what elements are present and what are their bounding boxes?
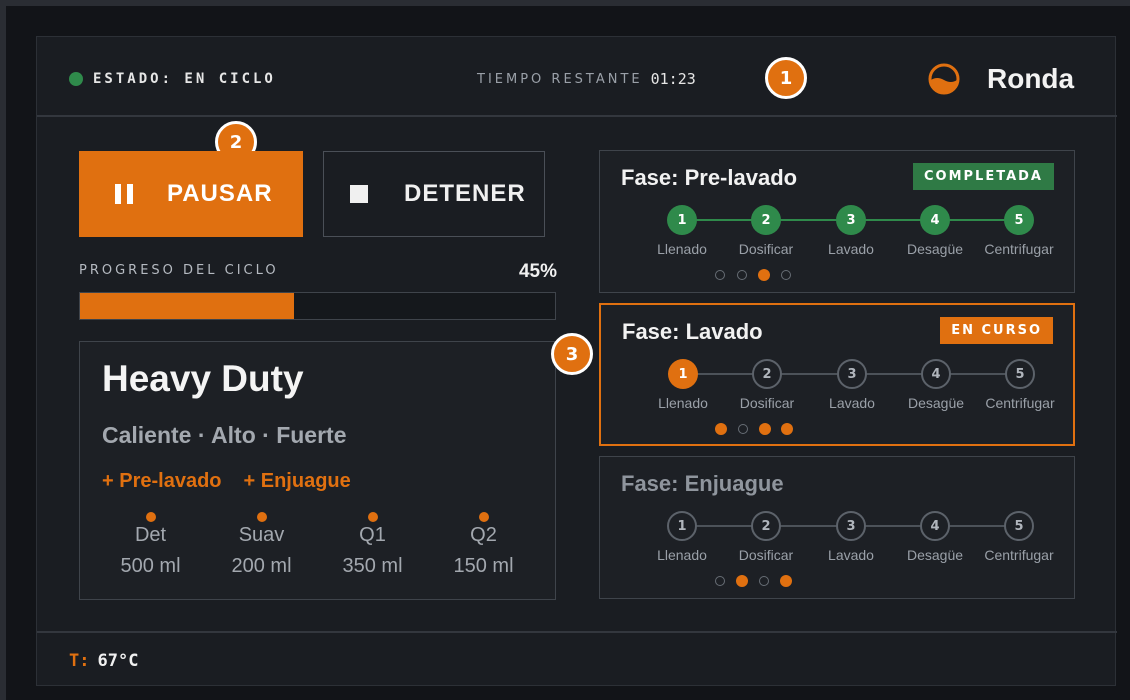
step-label: Centrifugar: [984, 241, 1054, 257]
annotation-marker-3: 3: [551, 333, 593, 375]
status-indicator: ESTADO: EN CICLO: [69, 71, 276, 87]
page-dot: [737, 270, 747, 280]
page-dot: [715, 270, 725, 280]
status-badge: COMPLETADA: [913, 163, 1054, 190]
page-dot: [759, 576, 769, 586]
status-text: ESTADO: EN CICLO: [93, 71, 276, 87]
phase-title: Fase: Pre-lavado: [621, 165, 798, 190]
timer-label: TIEMPO RESTANTE: [477, 71, 643, 87]
pause-label: PAUSAR: [167, 180, 273, 207]
page-dot: [781, 423, 793, 435]
phase-dots: [715, 423, 793, 435]
phase-card-prewash: Fase: Pre-lavado COMPLETADA 1 Llenado 2 Dos…: [599, 150, 1075, 293]
phase-stepper: 1 Llenado 2 Dosificar 3 Lavado 4 Desagüe 5 Centri…: [601, 359, 1077, 419]
phase-card-wash: Fase: Lavado EN CURSO 1 Llenado 2 Dosificar…: [599, 303, 1075, 446]
step-circle: 4: [920, 205, 950, 235]
stop-button[interactable]: DETENER: [323, 151, 545, 237]
step-circle: 4: [921, 359, 951, 389]
step-label: Centrifugar: [984, 547, 1054, 563]
dose-dot-icon: [145, 512, 156, 522]
stop-icon: [350, 185, 368, 203]
dose-item: Suav 200 ml: [206, 512, 317, 578]
program-name: Heavy Duty: [102, 358, 304, 399]
half-filled-drum-icon: [928, 63, 960, 95]
dose-name: Q1: [359, 524, 386, 546]
page-dot: [781, 270, 791, 280]
phase-stepper: 1 Llenado 2 Dosificar 3 Lavado 4 Desagüe 5 Centri…: [600, 511, 1076, 571]
program-options: + Pre-lavado + Enjuague: [102, 470, 351, 493]
step-circle: 1: [667, 511, 697, 541]
dose-amount: 150 ml: [453, 555, 514, 577]
progress-label: PROGRESO DEL CICLO: [79, 263, 279, 278]
page-dot: [759, 423, 771, 435]
option-prewash: + Pre-lavado: [102, 470, 222, 492]
brand-name: Ronda: [987, 63, 1075, 94]
program-card: Heavy Duty Caliente · Alto · Fuerte + Pr…: [79, 341, 556, 600]
device-frame: ESTADO: EN CICLO TIEMPO RESTANTE 01:23 1…: [6, 6, 1130, 700]
stop-label: DETENER: [404, 180, 526, 207]
phase-dots: [714, 575, 792, 587]
remaining-time: TIEMPO RESTANTE 01:23: [477, 70, 696, 88]
dose-item: Q1 350 ml: [317, 512, 428, 578]
pause-icon: [115, 184, 133, 204]
timer-value: 01:23: [650, 70, 696, 88]
dose-item: Q2 150 ml: [428, 512, 539, 578]
step-circle: 5: [1004, 511, 1034, 541]
step-circle: 3: [836, 511, 866, 541]
dose-name: Q2: [470, 524, 497, 546]
temperature-readout: T: 67°C: [69, 651, 138, 671]
phase-title: Fase: Enjuague: [621, 471, 784, 496]
control-screen: ESTADO: EN CICLO TIEMPO RESTANTE 01:23 1…: [36, 36, 1117, 687]
option-rinse: + Enjuague: [243, 470, 351, 492]
progress-bar: [79, 292, 556, 320]
dose-name: Det: [134, 524, 167, 546]
program-settings: Caliente · Alto · Fuerte: [102, 422, 347, 448]
progress-percent: 45%: [518, 261, 557, 282]
step-circle: 5: [1004, 205, 1034, 235]
dose-name: Suav: [238, 524, 285, 546]
page-dot: [738, 424, 748, 434]
step-circle: 1: [668, 359, 698, 389]
page-dot: [736, 575, 748, 587]
step-circle: 1: [667, 205, 697, 235]
page-dot: [715, 576, 725, 586]
step-circle: 2: [751, 205, 781, 235]
pause-button[interactable]: PAUSAR: [79, 151, 303, 237]
step-circle: 3: [836, 205, 866, 235]
step-circle: 5: [1005, 359, 1035, 389]
dose-amount: 200 ml: [231, 555, 292, 577]
step-circle: 4: [920, 511, 950, 541]
dose-amount: 350 ml: [342, 555, 403, 577]
phase-dots: [714, 269, 792, 281]
page-dot: [715, 423, 727, 435]
page-dot: [758, 269, 770, 281]
step-circle: 2: [751, 511, 781, 541]
step-label: Centrifugar: [985, 395, 1055, 411]
temperature-value: 67°C: [97, 651, 139, 671]
step-circle: 2: [752, 359, 782, 389]
dose-amount: 500 ml: [120, 555, 181, 577]
brand: Ronda: [927, 62, 1074, 96]
step-circle: 3: [837, 359, 867, 389]
bottom-bar: T: 67°C: [37, 631, 1117, 687]
dosing-list: Det 500 ml Suav 200 ml Q1 350 ml Q2 150 …: [80, 512, 557, 578]
phase-card-rinse: Fase: Enjuague 1 Llenado 2 Dosificar 3 Lavado…: [599, 456, 1075, 599]
progress-fill: [80, 293, 294, 319]
dose-dot-icon: [367, 512, 378, 522]
page-dot: [780, 575, 792, 587]
temperature-key: T:: [69, 651, 90, 671]
status-dot-icon: [69, 72, 83, 86]
dose-item: Det 500 ml: [95, 512, 206, 578]
status-badge: EN CURSO: [940, 317, 1053, 344]
dose-dot-icon: [256, 512, 267, 522]
top-bar: ESTADO: EN CICLO TIEMPO RESTANTE 01:23 1…: [37, 37, 1117, 117]
dose-dot-icon: [478, 512, 489, 522]
phase-stepper: 1 Llenado 2 Dosificar 3 Lavado 4 Desagüe 5 Centri…: [600, 205, 1076, 265]
phase-title: Fase: Lavado: [622, 319, 763, 344]
annotation-marker-1: 1: [765, 57, 807, 99]
